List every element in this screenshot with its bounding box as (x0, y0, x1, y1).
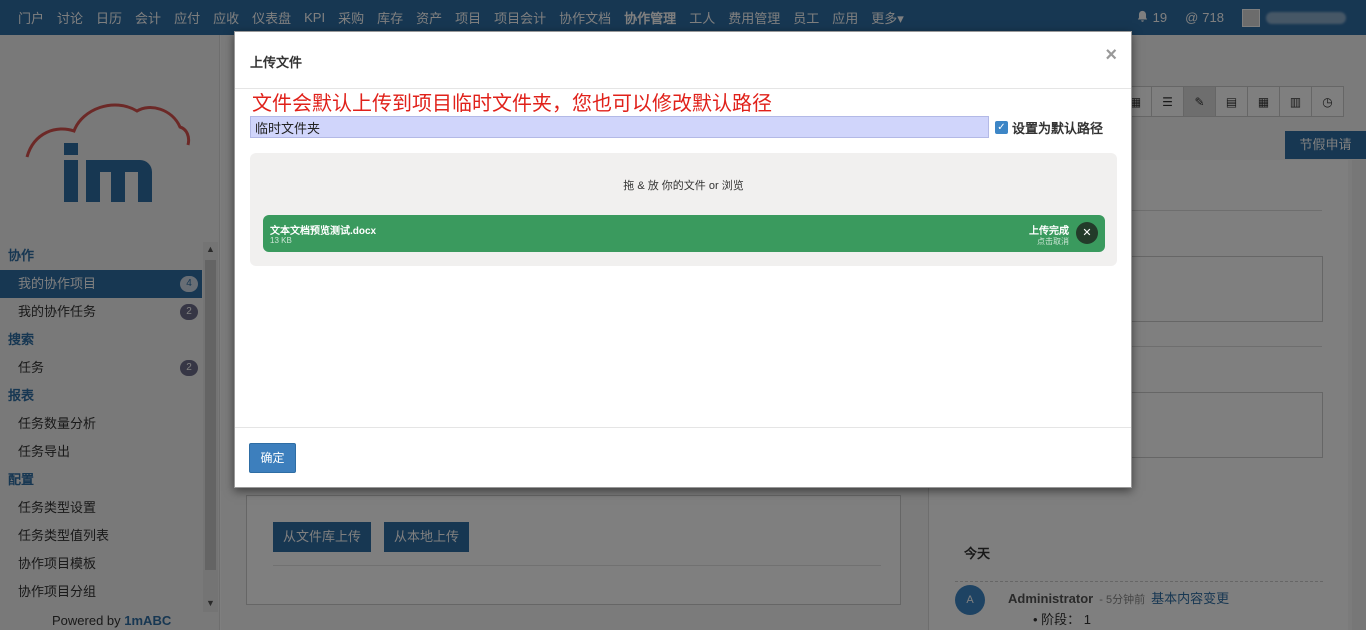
file-name: 文本文档预览测试.docx (270, 226, 377, 237)
default-path-label[interactable]: 设置为默认路径 (1012, 118, 1103, 137)
default-path-checkbox[interactable]: ✓ 设置为默认路径 (995, 118, 1103, 137)
upload-notice: 文件会默认上传到项目临时文件夹，您也可以修改默认路径 (252, 93, 772, 115)
close-icon[interactable]: × (1105, 45, 1117, 65)
file-cancel-link[interactable]: 点击取消 (1037, 236, 1069, 247)
path-input[interactable] (250, 116, 989, 138)
checkbox-checked-icon[interactable]: ✓ (995, 121, 1008, 134)
uploaded-file: 文本文档预览测试.docx 13 KB 上传完成 点击取消 ✕ (263, 215, 1105, 252)
remove-file-icon[interactable]: ✕ (1076, 222, 1098, 244)
file-status: 上传完成 (1029, 226, 1069, 237)
modal-header: 上传文件 × (235, 32, 1131, 89)
dropzone[interactable]: 拖 & 放 你的文件 or 浏览 文本文档预览测试.docx 13 KB 上传完… (250, 153, 1117, 266)
upload-modal: 上传文件 × 文件会默认上传到项目临时文件夹，您也可以修改默认路径 ✓ 设置为默… (234, 31, 1132, 488)
file-size: 13 KB (270, 236, 292, 245)
modal-title: 上传文件 (250, 55, 303, 70)
modal-footer: 确定 (235, 427, 1131, 487)
browse-link[interactable]: 浏览 (722, 180, 744, 192)
dropzone-text: 拖 & 放 你的文件 or (623, 180, 722, 192)
ok-button[interactable]: 确定 (249, 443, 296, 473)
dropzone-label: 拖 & 放 你的文件 or 浏览 (250, 177, 1117, 193)
